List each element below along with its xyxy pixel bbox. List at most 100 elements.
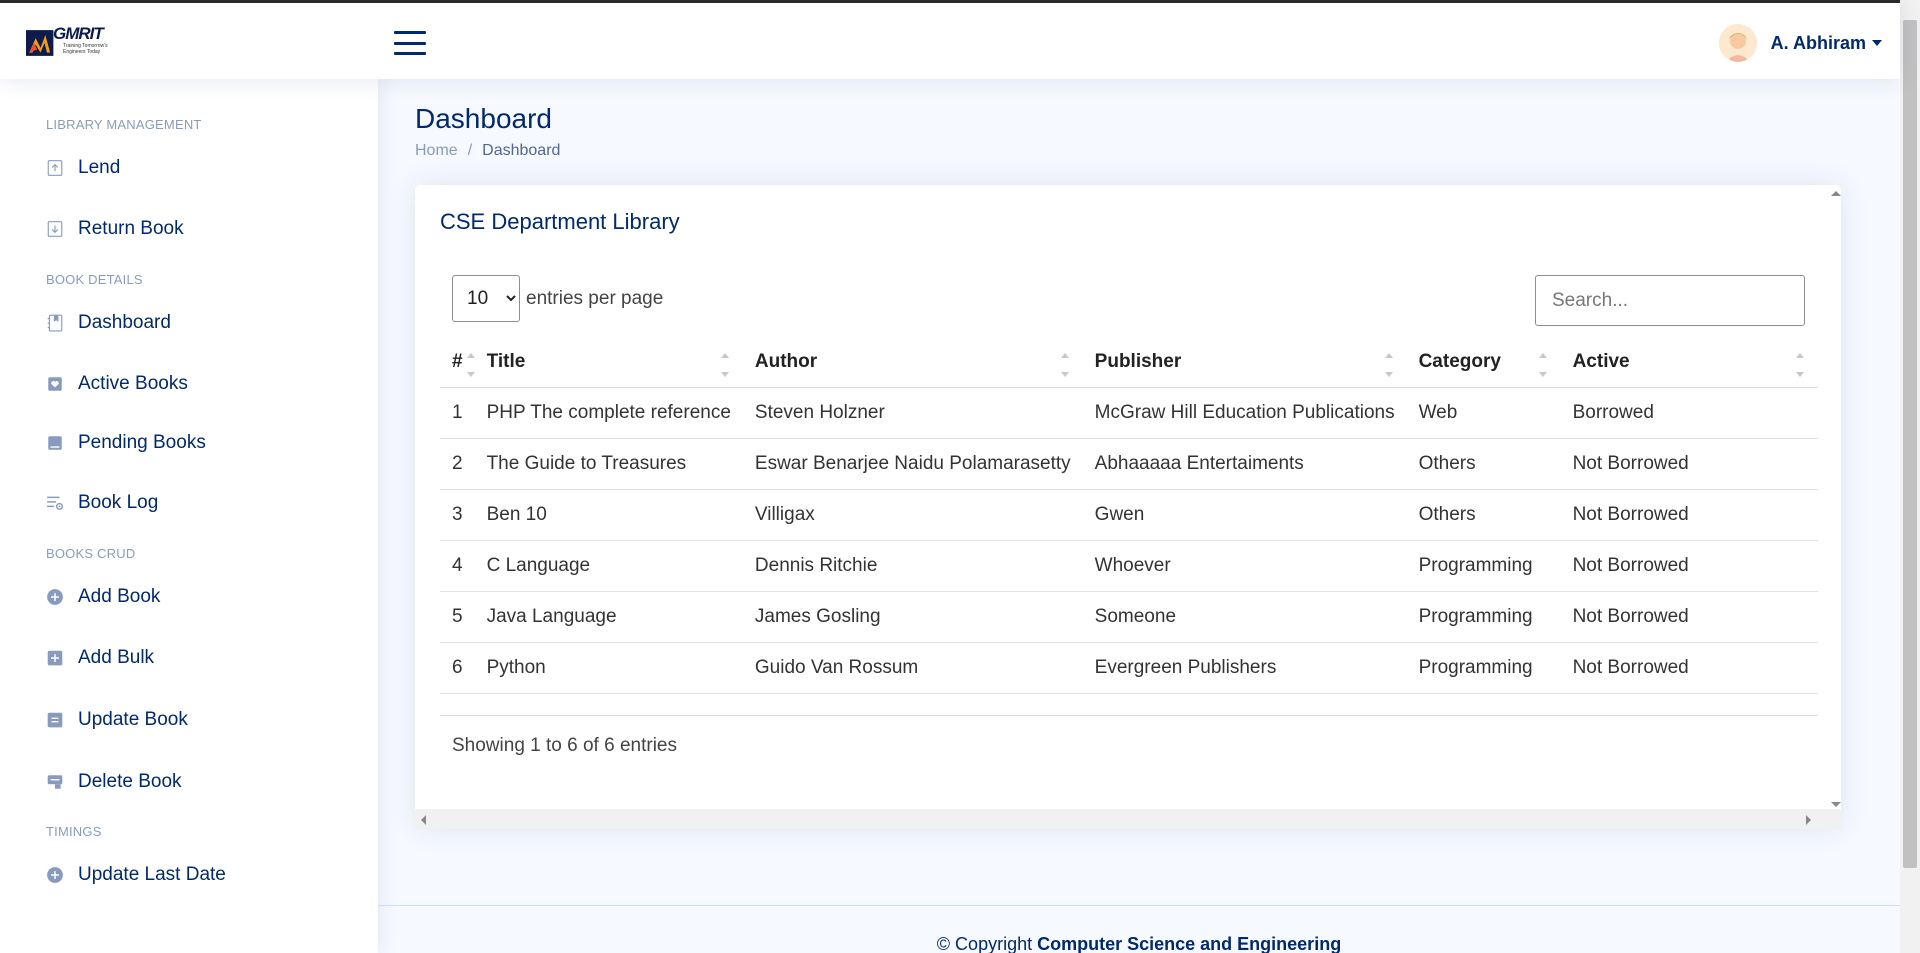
cell-publisher: Whoever	[1082, 540, 1407, 592]
chevron-down-icon	[1872, 40, 1882, 46]
sidebar-item-lend[interactable]: Lend	[46, 154, 120, 182]
footer-copyright-prefix: © Copyright	[936, 934, 1033, 953]
page-scrollbar[interactable]	[1900, 0, 1920, 953]
breadcrumb-home-link[interactable]: Home	[415, 142, 458, 160]
sort-icon	[1384, 353, 1393, 377]
sidebar-item-label: Add Bulk	[78, 647, 155, 668]
update-box-icon	[46, 711, 64, 729]
cell-active: Not Borrowed	[1560, 489, 1818, 541]
brand-tagline: Training Tomorrow's Engineers Today	[63, 43, 108, 55]
sidebar-item-update-last-date[interactable]: Update Last Date	[46, 861, 226, 889]
cell-number: 3	[440, 489, 475, 541]
sidebar-item-label: Add Book	[78, 586, 161, 607]
cell-number: 5	[440, 591, 475, 643]
books-table: # Title Author Publisher Category Active…	[440, 337, 1818, 694]
cell-number: 6	[440, 642, 475, 694]
cell-active: Not Borrowed	[1560, 540, 1818, 592]
sidebar-item-label: Dashboard	[78, 312, 171, 333]
card-horizontal-scrollbar[interactable]	[415, 809, 1841, 829]
column-header-label: Title	[486, 350, 526, 372]
sort-icon	[1538, 353, 1547, 377]
cell-number: 1	[440, 387, 475, 439]
nav-heading-books-crud: BOOKS CRUD	[46, 546, 136, 561]
cell-title: The Guide to Treasures	[474, 438, 743, 490]
list-gear-icon	[46, 494, 64, 512]
cell-publisher: Abhaaaaa Entertaiments	[1082, 438, 1407, 490]
cell-title: Ben 10	[474, 489, 743, 541]
cell-author: Eswar Benarjee Naidu Polamarasetty	[742, 438, 1083, 490]
sidebar-item-return-book[interactable]: Return Book	[46, 215, 184, 243]
column-header-title[interactable]: Title	[474, 337, 743, 388]
sidebar-item-label: Active Books	[78, 373, 188, 394]
column-header-publisher[interactable]: Publisher	[1082, 337, 1407, 388]
table-row: 6 Python Guido Van Rossum Evergreen Publ…	[440, 642, 1818, 694]
sidebar-item-book-log[interactable]: Book Log	[46, 489, 158, 517]
cell-category: Programming	[1406, 540, 1561, 592]
sort-icon	[720, 353, 729, 377]
table-row: 3 Ben 10 Villigax Gwen Others Not Borrow…	[440, 489, 1818, 541]
nav-heading-book-details: BOOK DETAILS	[46, 272, 143, 287]
column-header-author[interactable]: Author	[742, 337, 1083, 388]
sidebar-item-update-book[interactable]: Update Book	[46, 706, 188, 734]
cell-title: PHP The complete reference	[474, 387, 743, 439]
library-card: CSE Department Library 10 entries per pa…	[415, 185, 1841, 828]
scroll-up-icon[interactable]	[1831, 191, 1841, 196]
column-header-label: Author	[754, 350, 818, 372]
download-box-icon	[46, 220, 64, 238]
sidebar-item-active-books[interactable]: Active Books	[46, 370, 188, 398]
column-header-active[interactable]: Active	[1560, 337, 1818, 388]
sidebar-item-label: Book Log	[78, 492, 159, 513]
sidebar-item-delete-book[interactable]: Delete Book	[46, 768, 182, 796]
scroll-right-icon[interactable]	[1806, 815, 1811, 825]
top-header: GMRIT Training Tomorrow's Engineers Toda…	[0, 0, 1900, 79]
table-row: 5 Java Language James Gosling Someone Pr…	[440, 591, 1818, 643]
cell-category: Programming	[1406, 591, 1561, 643]
main-content: Dashboard Home / Dashboard CSE Departmen…	[378, 79, 1900, 953]
table-row: 4 C Language Dennis Ritchie Whoever Prog…	[440, 540, 1818, 592]
breadcrumb-current: Dashboard	[482, 142, 561, 159]
cell-number: 4	[440, 540, 475, 592]
scroll-down-icon[interactable]	[1831, 802, 1841, 807]
entries-per-page-select[interactable]: 10	[452, 275, 520, 322]
column-header-category[interactable]: Category	[1406, 337, 1561, 388]
column-header-label: #	[452, 350, 463, 372]
page-title: Dashboard	[415, 103, 552, 134]
profile-dropdown[interactable]: A. Abhiram	[1718, 23, 1882, 63]
column-header-label: Active	[1572, 350, 1630, 372]
sort-icon	[1060, 353, 1069, 377]
toggle-sidebar-button[interactable]	[394, 31, 426, 55]
nav-heading-timings: TIMINGS	[46, 824, 102, 839]
card-vertical-scrollbar[interactable]	[1831, 185, 1841, 809]
scroll-left-icon[interactable]	[421, 815, 426, 825]
cell-author: Steven Holzner	[742, 387, 1083, 439]
cell-category: Others	[1406, 489, 1561, 541]
brand-logo[interactable]: GMRIT Training Tomorrow's Engineers Toda…	[26, 25, 128, 63]
cell-number: 2	[440, 438, 475, 490]
sidebar-item-add-book[interactable]: Add Book	[46, 583, 160, 611]
column-header-number[interactable]: #	[440, 337, 475, 388]
table-info: Showing 1 to 6 of 6 entries	[452, 735, 677, 756]
user-name: A. Abhiram	[1770, 32, 1866, 53]
column-header-label: Publisher	[1094, 350, 1182, 372]
brand-name: GMRIT	[53, 24, 104, 43]
sidebar-item-label: Pending Books	[78, 432, 206, 453]
footer-org-name: Computer Science and Engineering	[1037, 934, 1342, 953]
cell-publisher: Evergreen Publishers	[1082, 642, 1407, 694]
page-scrollbar-thumb[interactable]	[1903, 20, 1917, 868]
column-header-label: Category	[1418, 350, 1501, 372]
sidebar-item-dashboard[interactable]: Dashboard	[46, 309, 171, 337]
bookmark-heart-icon	[46, 375, 64, 393]
upload-box-icon	[46, 159, 64, 177]
cell-active: Not Borrowed	[1560, 438, 1818, 490]
table-row: 1 PHP The complete reference Steven Holz…	[440, 387, 1818, 439]
search-input[interactable]	[1535, 275, 1805, 326]
plus-circle-icon	[46, 588, 64, 606]
cell-active: Borrowed	[1560, 387, 1818, 439]
cell-publisher: Gwen	[1082, 489, 1407, 541]
cell-category: Others	[1406, 438, 1561, 490]
sidebar-item-add-bulk[interactable]: Add Bulk	[46, 644, 154, 672]
cell-author: Villigax	[742, 489, 1083, 541]
sidebar-item-label: Update Book	[78, 709, 188, 730]
sidebar-item-pending-books[interactable]: Pending Books	[46, 429, 206, 457]
sidebar-item-label: Update Last Date	[78, 864, 226, 885]
